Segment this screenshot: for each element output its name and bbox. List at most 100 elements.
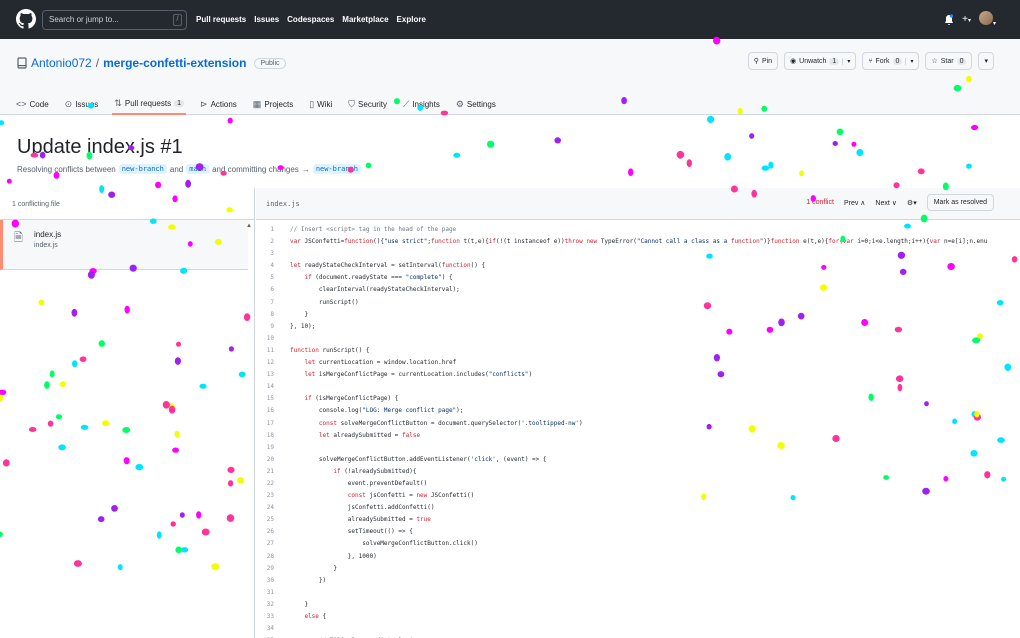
code-text: }, 1000) — [290, 552, 377, 560]
confetti-piece — [836, 128, 844, 136]
code-line: 4 let readyStateCheckInterval = setInterv… — [256, 260, 1020, 272]
code-area[interactable]: 1 // Insert <script> tag in the head of t… — [256, 224, 1020, 638]
star-list-dropdown[interactable]: ▾ — [978, 52, 994, 70]
editor-settings-button[interactable]: ⚙▾ — [907, 199, 917, 207]
code-text: setTimeout(() => { — [290, 528, 413, 536]
confetti-piece — [799, 170, 805, 177]
nav-explore[interactable]: Explore — [397, 15, 426, 24]
code-line: 16 console.log("LOG: Merge conflict page… — [256, 405, 1020, 417]
code-line: 32 } — [256, 599, 1020, 611]
file-name: index.js — [34, 230, 62, 239]
nav-codespaces[interactable]: Codespaces — [287, 15, 334, 24]
fork-label: Fork — [875, 57, 890, 65]
repo-header: Antonio072 / merge-confetti-extension Pu… — [0, 39, 1020, 115]
subtitle-text: Resolving conflicts between — [17, 164, 116, 174]
line-number: 19 — [266, 443, 274, 451]
arrow-right-icon: → — [301, 164, 310, 174]
code-line: 2 var JSConfetti=function(){"use strict";… — [256, 236, 1020, 248]
issue-icon: ⊙ — [64, 98, 73, 109]
caret-down-icon: ▾ — [905, 57, 913, 65]
unwatch-button[interactable]: ◉ Unwatch 1 ▾ — [784, 52, 857, 70]
code-text: }, 10); — [290, 322, 316, 330]
tab-projects[interactable]: ▦ Projects — [251, 93, 295, 115]
file-path: index.js — [34, 242, 58, 249]
tab-pull-requests[interactable]: ⇅ Pull requests 1 — [112, 93, 187, 115]
line-number: 15 — [266, 395, 274, 403]
code-line: 24 jsConfetti.addConfetti() — [256, 502, 1020, 514]
line-number: 14 — [266, 383, 274, 391]
repo-owner-link[interactable]: Antonio072 — [31, 56, 92, 70]
code-icon: <> — [16, 99, 27, 109]
caret-down-icon: ▾ — [842, 57, 850, 65]
code-line: 18 let alreadySubmitted = false — [256, 430, 1020, 442]
code-text: runScript() — [290, 298, 359, 306]
branch-label[interactable]: new-branch — [312, 164, 361, 174]
tab-security[interactable]: ⛉ Security — [346, 93, 389, 115]
editor-filename: index.js — [266, 200, 300, 208]
confetti-piece — [487, 140, 495, 148]
list-item[interactable]: 🗎 index.js index.js — [0, 220, 248, 270]
confetti-piece — [365, 162, 372, 169]
tab-wiki[interactable]: ▯ Wiki — [307, 93, 334, 115]
user-menu[interactable]: ▾ — [978, 11, 996, 28]
prev-label: Prev — [843, 199, 859, 207]
code-line: 8 } — [256, 309, 1020, 321]
code-line: 15 if (isMergeConflictPage) { — [256, 393, 1020, 405]
code-text: jsConfetti.addConfetti() — [290, 504, 435, 512]
mark-resolved-button[interactable]: Mark as resolved — [926, 194, 994, 211]
repo-name-link[interactable]: merge-confetti-extension — [103, 56, 246, 70]
line-number: 31 — [266, 588, 274, 596]
confetti-piece — [453, 152, 461, 158]
tab-label: Security — [358, 99, 387, 109]
pin-button[interactable]: ⚲ Pin — [747, 52, 779, 70]
code-line: 31 — [256, 587, 1020, 599]
code-line: 22 event.preventDefault() — [256, 478, 1020, 490]
tab-code[interactable]: <> Code — [14, 93, 51, 115]
file-icon: 🗎 — [14, 232, 23, 244]
fork-button[interactable]: ⑂ Fork 0 ▾ — [862, 52, 920, 70]
tab-settings[interactable]: ⚙ Settings — [454, 93, 498, 115]
branch-label[interactable]: new-branch — [118, 164, 167, 174]
code-line: 29 } — [256, 563, 1020, 575]
fork-count: 0 — [892, 57, 903, 65]
code-line: 9}, 10); — [256, 321, 1020, 333]
branch-label[interactable]: main — [186, 164, 210, 174]
search-input[interactable]: Search or jump to... / — [42, 10, 187, 30]
nav-pull-requests[interactable]: Pull requests — [196, 15, 246, 24]
shield-icon: ⛉ — [348, 98, 356, 109]
page-title: Update index.js #1 — [17, 136, 183, 158]
line-number: 29 — [266, 564, 274, 572]
code-text: else { — [304, 613, 327, 620]
line-number: 5 — [270, 274, 274, 282]
pull-request-icon: ⇅ — [114, 97, 122, 108]
tab-insights[interactable]: ⟋ Insights — [401, 93, 442, 115]
prev-conflict-button[interactable]: Prev ∧ — [844, 199, 865, 207]
create-new-button[interactable]: +▾ — [962, 14, 971, 25]
table-icon: ▦ — [252, 98, 262, 109]
code-text: let alreadySubmitted = false — [318, 431, 421, 439]
tab-issues[interactable]: ⊙ Issues — [63, 93, 101, 115]
code-text: // Insert <script> tag in the head of th… — [290, 226, 457, 233]
code-text: let currentLocation = window.location.hr… — [304, 359, 457, 367]
line-number: 20 — [266, 455, 274, 463]
confetti-piece — [917, 168, 925, 175]
star-button[interactable]: ☆ Star 0 — [925, 52, 973, 70]
scroll-up-arrow-icon[interactable]: ▲ — [246, 223, 252, 229]
next-conflict-button[interactable]: Next ∨ — [875, 199, 896, 207]
github-logo-icon[interactable] — [16, 9, 36, 29]
line-number: 10 — [266, 334, 274, 342]
confetti-piece — [851, 141, 857, 147]
bell-icon[interactable] — [944, 13, 954, 26]
confetti-piece — [227, 117, 233, 124]
nav-marketplace[interactable]: Marketplace — [342, 15, 388, 24]
code-line: 23 const jsConfetti = new JSConfetti() — [256, 490, 1020, 502]
editor-header: index.js 1 conflict Prev ∧ Next ∨ ⚙▾ Mar… — [256, 188, 1020, 220]
code-text: const jsConfetti = new JSConfetti() — [347, 492, 475, 500]
confetti-piece — [686, 159, 692, 168]
nav-issues[interactable]: Issues — [254, 15, 279, 24]
code-line: 19 — [256, 442, 1020, 454]
line-number: 30 — [266, 576, 274, 584]
star-count: 0 — [956, 57, 967, 65]
tab-actions[interactable]: ⊳ Actions — [198, 93, 239, 115]
repo-tabs: <> Code ⊙ Issues ⇅ Pull requests 1 ⊳ Actions … — [14, 93, 498, 115]
